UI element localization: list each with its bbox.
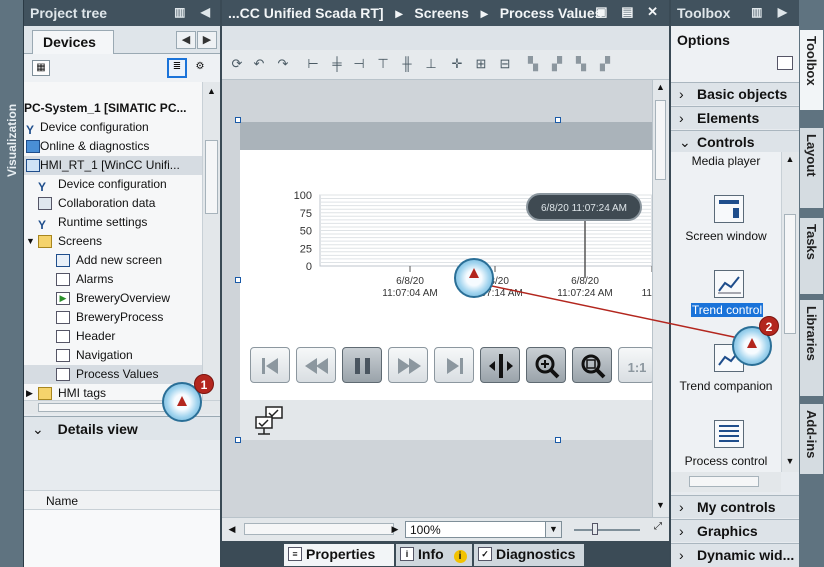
- drag-path-line: [472, 281, 749, 341]
- step-badge-1: 1: [194, 374, 214, 394]
- cursor-drop-icon: [454, 258, 494, 298]
- step-badge-2: 2: [759, 316, 779, 336]
- drag-overlay: [472, 281, 749, 341]
- app-window: Visualization Project tree ▥ ◀ Devices ◀…: [0, 0, 824, 567]
